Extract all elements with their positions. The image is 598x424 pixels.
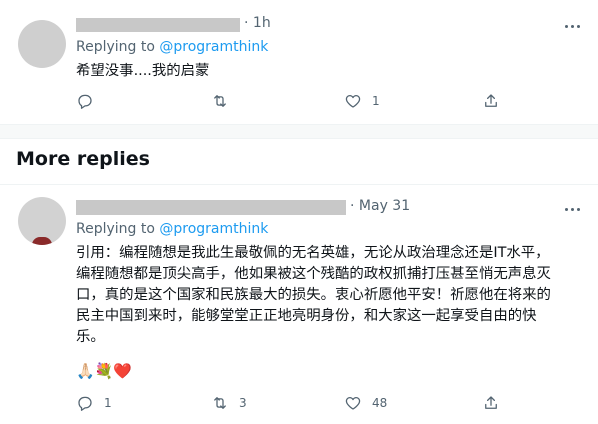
retweet-button[interactable]: 3 <box>211 391 247 415</box>
like-button[interactable]: 1 <box>344 89 380 113</box>
section-separator <box>0 124 598 139</box>
timestamp-separator: · <box>350 198 359 214</box>
folded-hands-emoji: 🙏🏻 <box>76 362 95 380</box>
red-heart-emoji: ❤️ <box>113 362 133 380</box>
reply-button[interactable]: 1 <box>76 391 112 415</box>
replying-prefix: Replying to <box>76 221 160 237</box>
avatar[interactable] <box>18 197 66 245</box>
replying-handle-link[interactable]: @programthink <box>159 39 268 55</box>
tweet-text-line: 引用：编程随想是我此生最敬佩的无名英雄，无论从政治理念还是IT水平， <box>76 245 550 261</box>
timestamp[interactable]: · 1h <box>244 15 271 31</box>
tweet-text-line: 民主中国到来时，能够堂堂正正地亮明身份，和大家这一起享受自由的快 <box>76 308 537 324</box>
reply-icon <box>78 396 92 411</box>
timestamp[interactable]: · May 31 <box>350 198 410 214</box>
avatar-accent <box>32 237 52 245</box>
timestamp-separator: · <box>244 15 253 31</box>
like-count: 48 <box>372 396 388 410</box>
reply-icon <box>78 94 92 109</box>
replying-prefix: Replying to <box>76 39 160 55</box>
emoji-row: 🙏🏻 💐 ❤️ <box>76 361 132 381</box>
timestamp-text[interactable]: May 31 <box>359 198 410 214</box>
like-count: 1 <box>372 94 380 108</box>
share-button[interactable] <box>482 89 500 113</box>
tweet-text: 引用：编程随想是我此生最敬佩的无名英雄，无论从政治理念还是IT水平， 编程随想都… <box>76 243 586 348</box>
like-icon <box>345 396 361 410</box>
reply-count: 1 <box>104 396 112 410</box>
section-title: More replies <box>16 148 150 170</box>
redacted-username <box>76 18 240 32</box>
like-icon <box>345 94 361 108</box>
action-bar: 1 <box>76 89 588 113</box>
share-icon <box>485 396 497 409</box>
bouquet-emoji: 💐 <box>94 362 114 380</box>
like-button[interactable]: 48 <box>344 391 387 415</box>
reply-tweet-2[interactable]: · May 31 Replying to @programthink 引用：编程… <box>0 185 598 424</box>
tweet-text-line: 乐。 <box>76 329 105 345</box>
more-icon[interactable] <box>560 14 584 38</box>
retweet-count: 3 <box>239 396 247 410</box>
share-icon <box>485 94 497 107</box>
replying-to: Replying to @programthink <box>76 39 268 55</box>
retweet-icon <box>214 95 226 107</box>
share-button[interactable] <box>482 391 500 415</box>
timestamp-text[interactable]: 1h <box>253 15 271 31</box>
replying-to: Replying to @programthink <box>76 221 268 237</box>
retweet-icon <box>214 397 226 409</box>
redacted-username <box>76 200 346 215</box>
tweet-text-line: 编程随想都是顶尖高手，他如果被这个残酷的政权抓捕打压甚至悄无声息灭 <box>76 266 551 282</box>
more-icon[interactable] <box>560 197 584 221</box>
action-bar: 1 3 48 <box>76 391 588 415</box>
replying-handle-link[interactable]: @programthink <box>159 221 268 237</box>
reply-tweet-1[interactable]: · 1h Replying to @programthink 希望没事....我… <box>0 0 598 124</box>
reply-button[interactable] <box>76 89 104 113</box>
tweet-text-line: 口，真的是这个国家和民族最大的损失。衷心祈愿他平安！祈愿他在将来的 <box>76 287 551 303</box>
tweet-text: 希望没事....我的启蒙 <box>76 63 210 79</box>
avatar[interactable] <box>18 20 66 68</box>
retweet-button[interactable] <box>211 89 239 113</box>
